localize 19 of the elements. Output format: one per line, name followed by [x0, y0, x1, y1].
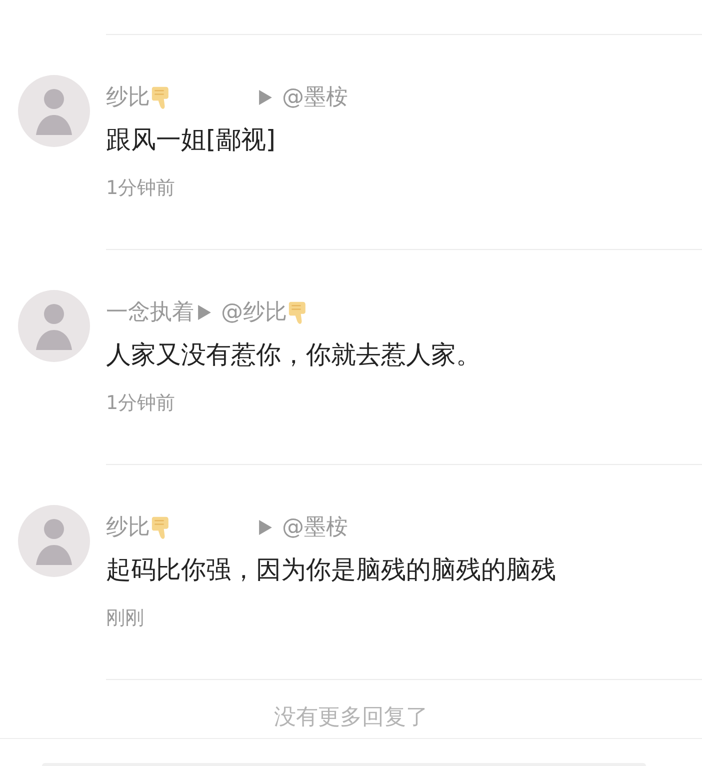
author-name[interactable]: 一念执着 — [106, 297, 194, 327]
timestamp: 刚刚 — [106, 606, 145, 631]
timestamp: 1分钟前 — [106, 391, 176, 416]
avatar-icon[interactable] — [18, 505, 90, 577]
reply-text: 跟风一姐[鄙视] — [106, 124, 277, 156]
author-name[interactable]: 纱比 — [106, 82, 150, 112]
reply-arrow-icon — [259, 90, 272, 104]
reply-arrow-icon — [198, 304, 211, 320]
avatar-icon[interactable] — [18, 75, 90, 147]
reply-text: 起码比你强，因为你是脑残的脑残的脑残 — [106, 554, 557, 586]
timestamp: 1分钟前 — [106, 176, 176, 201]
mention-name[interactable]: @纱比 — [221, 297, 287, 327]
reply-arrow-icon — [259, 520, 272, 534]
mention-name[interactable]: @墨桉 — [282, 512, 348, 542]
author-name[interactable]: 纱比 — [106, 512, 150, 542]
avatar-icon[interactable] — [18, 290, 90, 362]
reply-text: 人家又没有惹你，你就去惹人家。 — [106, 339, 482, 371]
end-of-list-text: 没有更多回复了 — [273, 704, 429, 732]
mention-name[interactable]: @墨桉 — [282, 82, 348, 112]
